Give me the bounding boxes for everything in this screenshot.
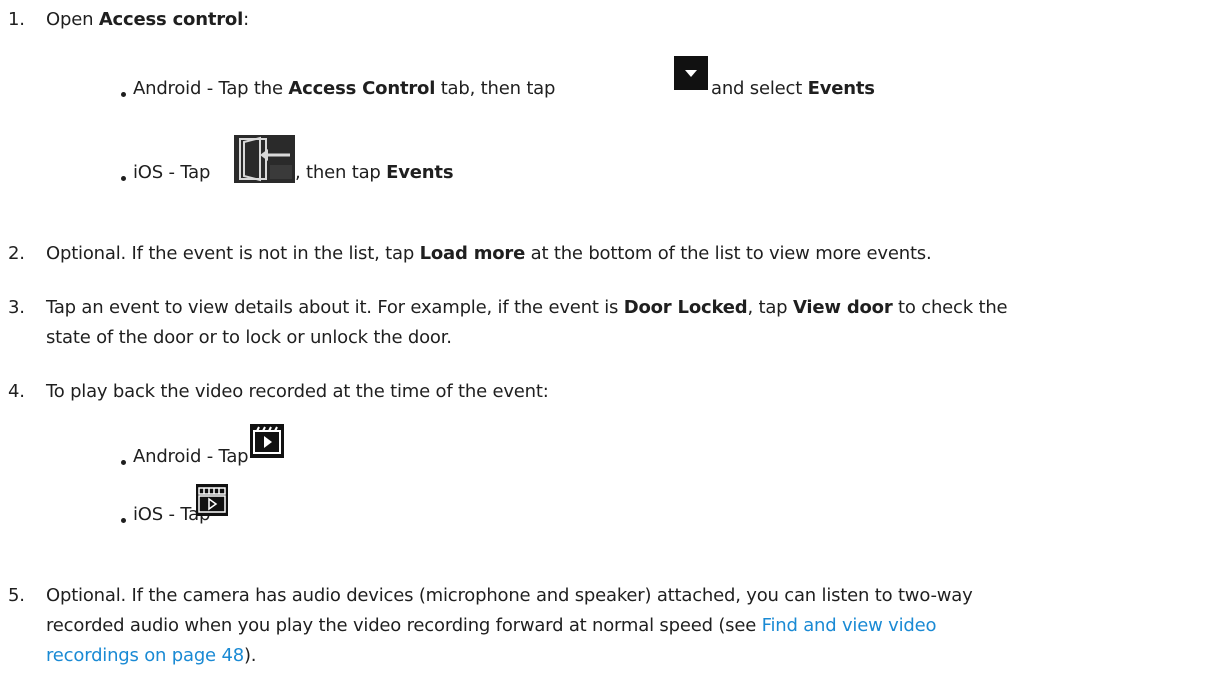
- step-1-ios-end: , then tap Events: [295, 162, 454, 183]
- step-number: 2.: [8, 243, 25, 264]
- bullet: [121, 518, 126, 523]
- video-playback-icon: [250, 424, 284, 458]
- recordings-page-link[interactable]: recordings on page 48: [46, 645, 244, 666]
- step-bold: Access control: [98, 9, 244, 30]
- bullet: [121, 460, 126, 465]
- step-4-android: Android - Tap: [133, 446, 249, 467]
- dropdown-arrow-icon: [674, 56, 708, 90]
- step-number: 1.: [8, 9, 25, 30]
- document: 1. Open Access control: Android - Tap th…: [8, 9, 1008, 666]
- step-number: 3.: [8, 297, 25, 318]
- bullet: [121, 92, 126, 97]
- step-1-ios: iOS - Tap: [133, 162, 211, 183]
- door-exit-icon: [234, 135, 295, 183]
- step-1-android-end: and select Events: [711, 78, 875, 99]
- step-number: 5.: [8, 585, 25, 606]
- video-clip-icon: [196, 484, 228, 516]
- step-1-android: Android - Tap the Access Control tab, th…: [133, 78, 556, 99]
- find-and-view-video-link[interactable]: Find and view video: [762, 615, 937, 636]
- step-number: 4.: [8, 381, 25, 402]
- step-text: Open: [46, 9, 99, 30]
- step-text-end: :: [243, 9, 249, 30]
- bullet: [121, 176, 126, 181]
